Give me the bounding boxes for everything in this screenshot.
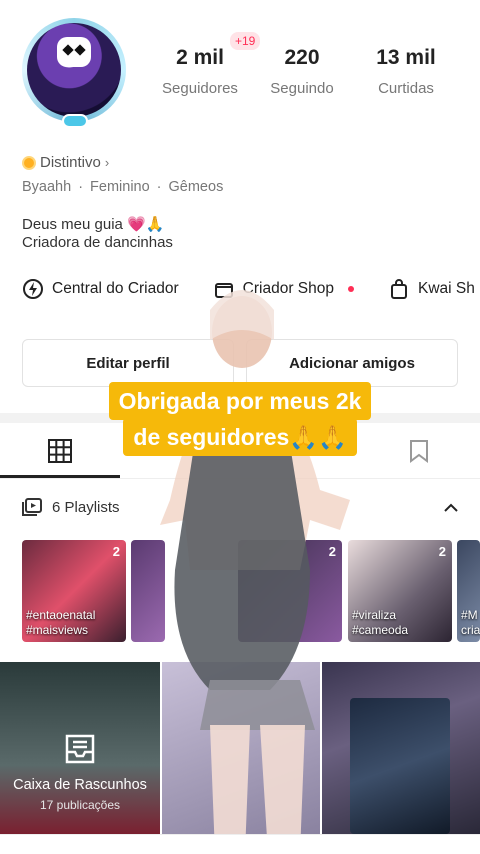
caption-line-2: de seguidores🙏🙏 xyxy=(123,418,357,456)
playlist-tag: #maisviews xyxy=(26,623,89,637)
playlists-count-label: 6 Playlists xyxy=(52,498,120,516)
playlist-card[interactable]: #M cria xyxy=(457,540,480,642)
playlist-tags: #entaoenatal #maisviews xyxy=(26,608,95,638)
bio: Deus meu guia 💗🙏 Criadora de dancinhas xyxy=(22,216,173,252)
gender: Feminino xyxy=(71,179,149,195)
likes-count: 13 mil xyxy=(376,46,436,69)
profile-info: ByaahhFemininoGêmeos xyxy=(22,179,223,195)
chevron-right-icon: › xyxy=(104,155,110,170)
lightning-circle-icon xyxy=(23,279,43,299)
drafts-title: Caixa de Rascunhos xyxy=(13,777,147,793)
avatar-image xyxy=(27,23,121,117)
dancer-video-overlay xyxy=(160,290,350,854)
username: Byaahh xyxy=(22,179,72,195)
playlist-count: 2 xyxy=(438,544,446,559)
drafts-subtitle: 17 publicações xyxy=(39,798,121,812)
avatar[interactable] xyxy=(22,18,126,130)
following-count: 220 xyxy=(284,46,320,69)
tab-grid[interactable] xyxy=(48,439,72,468)
playlists-header[interactable]: 6 Playlists xyxy=(22,498,120,516)
active-tab-indicator xyxy=(0,475,120,478)
bio-line-1: Deus meu guia 💗🙏 xyxy=(22,216,165,233)
chevron-up-icon[interactable] xyxy=(444,500,458,518)
stat-following[interactable]: 220 Seguindo xyxy=(252,46,352,97)
inbox-icon xyxy=(65,734,95,764)
shopping-bag-icon xyxy=(390,279,407,299)
video-caption: Obrigada por meus 2k de seguidores🙏🙏 xyxy=(92,382,388,456)
stat-likes[interactable]: 13 mil Curtidas xyxy=(356,46,456,97)
playlist-tags: #M cria xyxy=(461,608,480,638)
avatar-frame-badge xyxy=(62,114,88,128)
avatar-ring xyxy=(22,18,126,122)
kwai-shop-link[interactable]: Kwai Sh xyxy=(388,278,475,300)
caption-line-1: Obrigada por meus 2k xyxy=(108,382,372,420)
following-label: Seguindo xyxy=(270,80,334,97)
playlist-tag: cria xyxy=(461,623,480,637)
badge-link[interactable]: Distintivo › xyxy=(22,154,109,171)
bottom-navigation xyxy=(0,834,480,854)
badge-label: Distintivo xyxy=(40,154,101,171)
marshmello-mask-icon xyxy=(57,37,91,67)
coin-icon xyxy=(22,155,36,170)
playlist-tag: #entaoenatal xyxy=(26,608,96,622)
grid-icon xyxy=(48,439,72,463)
bookmark-icon xyxy=(410,440,428,463)
bio-line-2: Criadora de dancinhas xyxy=(22,234,173,251)
drafts-box[interactable]: Caixa de Rascunhos 17 publicações xyxy=(0,662,160,834)
playlist-count: 2 xyxy=(112,544,120,559)
kwai-shop-label: Kwai Sh xyxy=(417,280,475,297)
likes-label: Curtidas xyxy=(378,80,434,97)
stat-followers[interactable]: 2 mil Seguidores +19 xyxy=(150,32,261,97)
zodiac: Gêmeos xyxy=(150,179,224,195)
followers-label: Seguidores xyxy=(162,80,238,97)
playlist-tag: #M xyxy=(461,608,478,622)
tab-saved[interactable] xyxy=(408,439,430,468)
playlist-icon xyxy=(22,498,42,516)
profile-stats: 2 mil Seguidores +19 220 Seguindo 13 mil… xyxy=(150,32,470,106)
playlist-card[interactable]: 2 #entaoenatal #maisviews xyxy=(22,540,126,642)
